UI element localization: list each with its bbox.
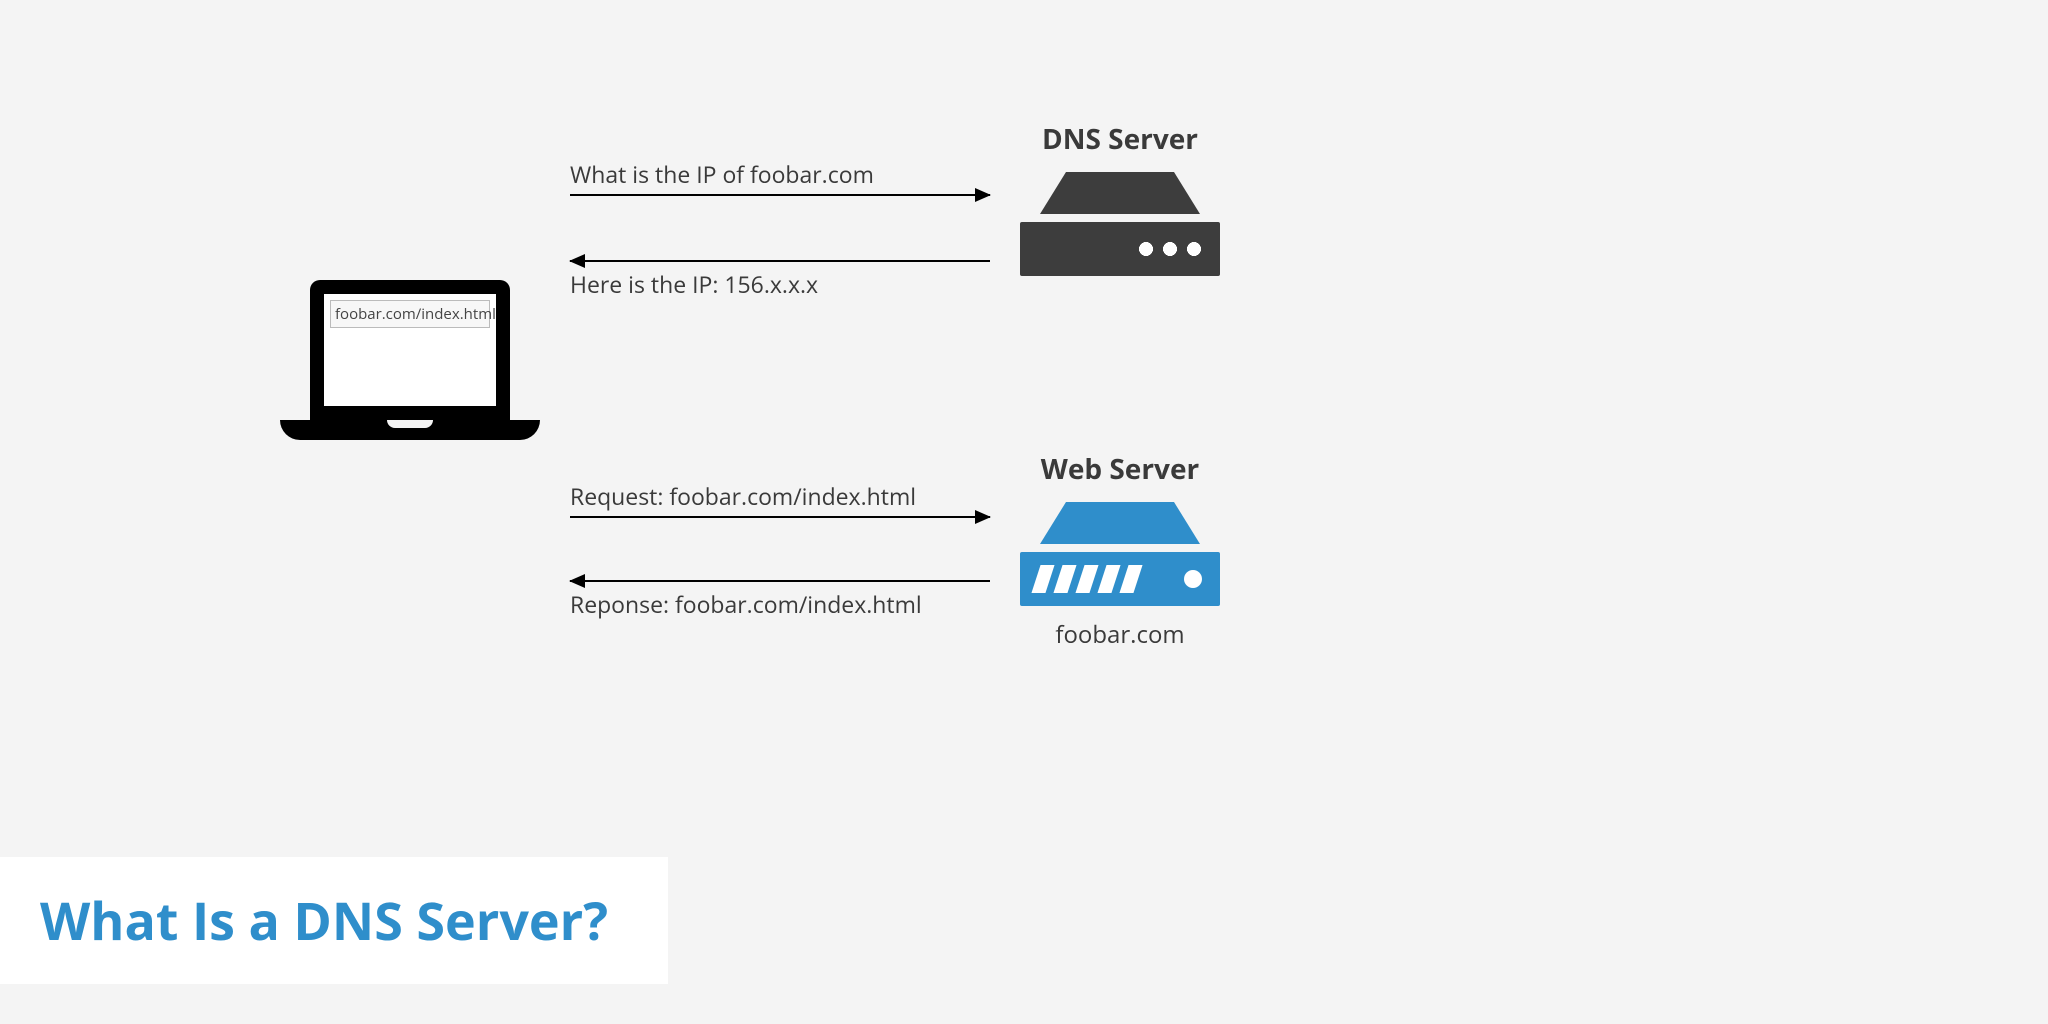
laptop-base (280, 420, 540, 440)
arrow-label: Request: foobar.com/index.html (570, 480, 990, 512)
server-body-icon (1020, 552, 1220, 606)
arrow-right-icon (570, 194, 990, 196)
server-top-icon (1040, 172, 1200, 214)
arrow-query-ip: What is the IP of foobar.com (570, 158, 990, 196)
dns-diagram: foobar.com/index.html DNS Server Web Ser… (0, 0, 2048, 1024)
arrow-request: Request: foobar.com/index.html (570, 480, 990, 518)
server-top-icon (1040, 502, 1200, 544)
laptop-url-bar: foobar.com/index.html (330, 300, 490, 328)
dns-server: DNS Server (1020, 120, 1220, 276)
server-body-icon (1020, 222, 1220, 276)
web-server: Web Server foobar.com (1020, 450, 1220, 651)
arrow-label: Here is the IP: 156.x.x.x (570, 268, 990, 300)
arrow-label: Reponse: foobar.com/index.html (570, 588, 990, 620)
laptop-screen: foobar.com/index.html (310, 280, 510, 420)
web-server-domain: foobar.com (1020, 618, 1220, 651)
title-bar: What Is a DNS Server? (0, 857, 668, 984)
web-server-label: Web Server (1020, 450, 1220, 488)
arrow-answer-ip: Here is the IP: 156.x.x.x (570, 260, 990, 300)
arrow-response: Reponse: foobar.com/index.html (570, 580, 990, 620)
laptop-icon: foobar.com/index.html (280, 280, 540, 440)
arrow-right-icon (570, 516, 990, 518)
arrow-label: What is the IP of foobar.com (570, 158, 990, 190)
arrow-left-icon (570, 580, 990, 582)
page-title: What Is a DNS Server? (40, 885, 608, 956)
arrow-left-icon (570, 260, 990, 262)
dns-server-label: DNS Server (1020, 120, 1220, 158)
